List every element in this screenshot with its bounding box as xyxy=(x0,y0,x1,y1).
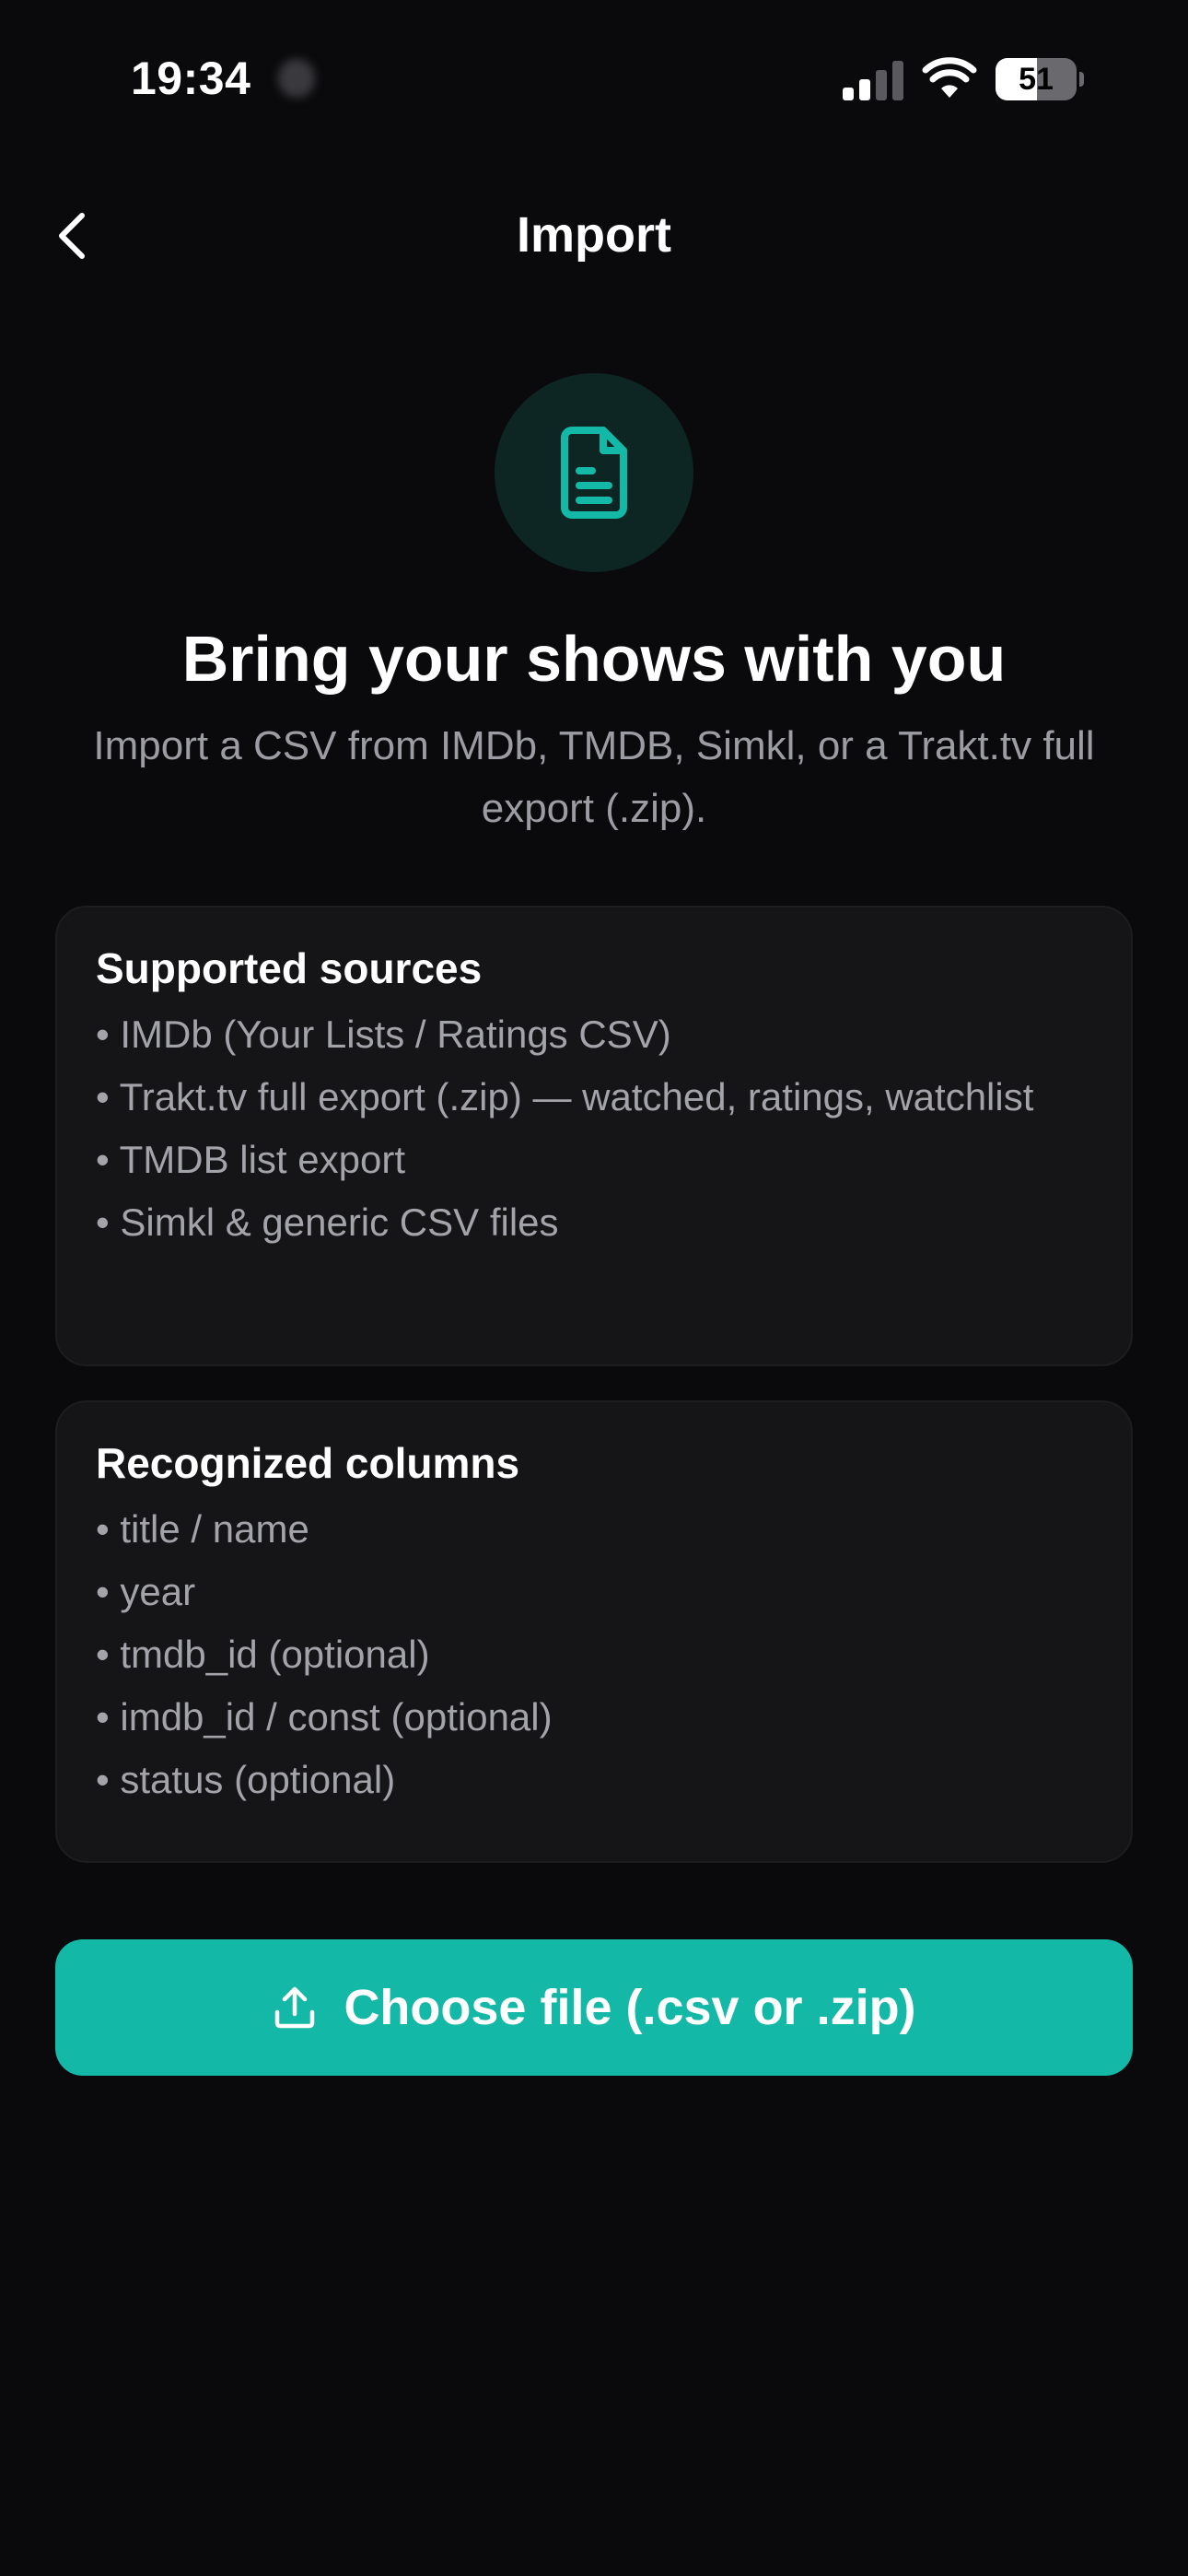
list-item: • status (optional) xyxy=(96,1758,396,1801)
list-item: • Trakt.tv full export (.zip) — watched,… xyxy=(96,1075,1034,1118)
cellular-signal-icon xyxy=(843,61,903,100)
list-item: • Simkl & generic CSV files xyxy=(96,1200,559,1244)
recognized-columns-card: Recognized columns • title / name • year… xyxy=(55,1400,1133,1863)
recognized-columns-title: Recognized columns xyxy=(96,1439,520,1487)
list-item: • TMDB list export xyxy=(96,1138,405,1181)
hero-icon-badge xyxy=(495,373,693,572)
list-item: • tmdb_id (optional) xyxy=(96,1633,430,1676)
status-blurred-indicator xyxy=(278,59,315,98)
list-item: • year xyxy=(96,1570,196,1613)
choose-file-button[interactable]: Choose file (.csv or .zip) xyxy=(55,1939,1133,2076)
status-time: 19:34 xyxy=(131,53,251,104)
hero-subtitle: Import a CSV from IMDb, TMDB, Simkl, or … xyxy=(93,723,1095,831)
document-icon xyxy=(561,427,627,519)
supported-sources-title: Supported sources xyxy=(96,944,483,992)
choose-file-label: Choose file (.csv or .zip) xyxy=(344,1980,916,2035)
wifi-icon xyxy=(922,57,977,98)
supported-sources-list: • IMDb (Your Lists / Ratings CSV) • Trak… xyxy=(96,1003,1092,1254)
list-item: • imdb_id / const (optional) xyxy=(96,1695,553,1739)
battery-indicator: 51 xyxy=(996,58,1084,100)
recognized-columns-list: • title / name • year • tmdb_id (optiona… xyxy=(96,1498,1092,1811)
status-bar: 19:34 51 xyxy=(0,0,1188,157)
upload-icon xyxy=(272,1985,318,2031)
battery-body: 51 xyxy=(996,58,1077,100)
page-title: Import xyxy=(517,207,671,263)
supported-sources-card: Supported sources • IMDb (Your Lists / R… xyxy=(55,906,1133,1366)
hero-title: Bring your shows with you xyxy=(181,623,1007,695)
list-item: • title / name xyxy=(96,1507,309,1551)
battery-level: 51 xyxy=(1019,62,1054,97)
battery-cap xyxy=(1079,72,1084,87)
list-item: • IMDb (Your Lists / Ratings CSV) xyxy=(96,1013,671,1056)
